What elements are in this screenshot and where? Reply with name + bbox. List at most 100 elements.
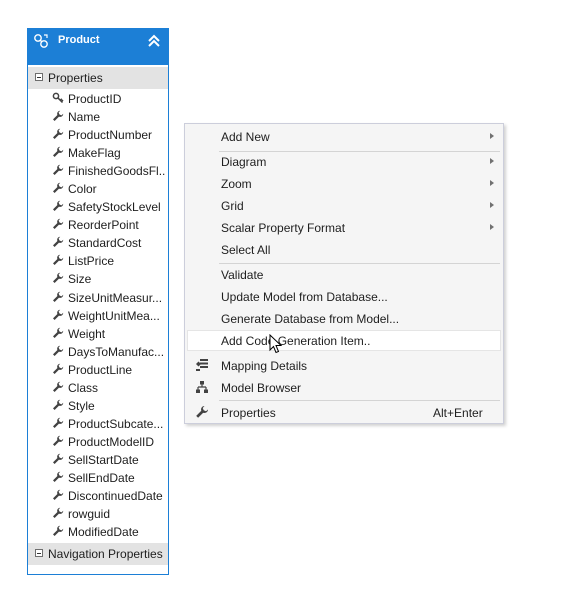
entity-type-icon bbox=[34, 34, 48, 48]
property-row[interactable]: ModifiedDate bbox=[28, 523, 168, 541]
property-row[interactable]: SellStartDate bbox=[28, 451, 168, 469]
menu-item-model-browser[interactable]: Model Browser bbox=[187, 377, 501, 398]
menu-item-label: Grid bbox=[221, 199, 244, 213]
property-row[interactable]: ReorderPoint bbox=[28, 216, 168, 234]
property-row[interactable]: ProductLine bbox=[28, 361, 168, 379]
property-label: DaysToManufac... bbox=[68, 344, 165, 359]
property-label: ProductSubcate... bbox=[68, 416, 164, 431]
property-label: ProductNumber bbox=[68, 128, 153, 143]
wrench-icon bbox=[52, 309, 64, 321]
wrench-icon bbox=[52, 110, 64, 122]
property-label: SafetyStockLevel bbox=[68, 200, 161, 215]
wrench-icon bbox=[52, 363, 64, 375]
property-row[interactable]: Weight bbox=[28, 325, 168, 343]
wrench-icon bbox=[52, 218, 64, 230]
property-row[interactable]: DiscontinuedDate bbox=[28, 487, 168, 505]
property-row[interactable]: Style bbox=[28, 397, 168, 415]
submenu-arrow-icon bbox=[490, 224, 494, 230]
property-row[interactable]: FinishedGoodsFl... bbox=[28, 162, 168, 180]
collapse-toggle-icon[interactable] bbox=[35, 549, 43, 557]
property-label: DiscontinuedDate bbox=[68, 489, 163, 504]
property-row[interactable]: ProductModelID bbox=[28, 433, 168, 451]
wrench-icon bbox=[52, 453, 64, 465]
property-row[interactable]: SizeUnitMeasur... bbox=[28, 289, 168, 307]
property-label: Style bbox=[68, 398, 95, 413]
wrench-icon bbox=[52, 146, 64, 158]
wrench-icon bbox=[52, 164, 64, 176]
property-label: ProductID bbox=[68, 92, 122, 106]
wrench-icon bbox=[52, 399, 64, 411]
submenu-arrow-icon bbox=[490, 180, 494, 186]
menu-item-label: Add Code Generation Item.. bbox=[221, 334, 371, 348]
mapping-details-icon bbox=[196, 359, 208, 371]
menu-item-label: Mapping Details bbox=[221, 359, 308, 373]
property-row[interactable]: ProductID bbox=[28, 90, 168, 108]
property-row[interactable]: ProductNumber bbox=[28, 126, 168, 144]
wrench-icon bbox=[52, 435, 64, 447]
menu-item-diagram[interactable]: Diagram bbox=[187, 151, 501, 172]
menu-item-label: Diagram bbox=[221, 155, 267, 169]
menu-item-grid[interactable]: Grid bbox=[187, 195, 501, 216]
property-row[interactable]: Color bbox=[28, 180, 168, 198]
property-list: ProductID Name ProductNumber MakeFlag Finish… bbox=[28, 90, 168, 541]
menu-item-update-model[interactable]: Update Model from Database... bbox=[187, 286, 501, 307]
wrench-icon bbox=[52, 182, 64, 194]
property-label: WeightUnitMea... bbox=[68, 308, 160, 323]
property-label: Color bbox=[68, 182, 97, 197]
menu-item-label: Scalar Property Format bbox=[221, 221, 346, 235]
menu-item-validate[interactable]: Validate bbox=[187, 264, 501, 285]
menu-item-label: Zoom bbox=[221, 177, 252, 191]
property-row[interactable]: Class bbox=[28, 379, 168, 397]
property-row[interactable]: Size bbox=[28, 270, 168, 288]
wrench-icon bbox=[52, 471, 64, 483]
properties-section-header[interactable]: Properties bbox=[28, 67, 168, 89]
property-row[interactable]: SafetyStockLevel bbox=[28, 198, 168, 216]
product-entity[interactable]: Product Properties ProductID Name ProductN… bbox=[27, 28, 169, 575]
wrench-icon bbox=[52, 525, 64, 537]
property-label: ProductLine bbox=[68, 362, 133, 377]
property-row[interactable]: ProductSubcate... bbox=[28, 415, 168, 433]
property-label: rowguid bbox=[68, 507, 111, 522]
submenu-arrow-icon bbox=[490, 158, 494, 164]
menu-item-scalar-property-format[interactable]: Scalar Property Format bbox=[187, 217, 501, 238]
wrench-icon bbox=[52, 291, 64, 303]
submenu-arrow-icon bbox=[490, 202, 494, 208]
submenu-arrow-icon bbox=[490, 133, 494, 139]
mouse-cursor-icon bbox=[269, 334, 283, 354]
menu-item-properties[interactable]: Properties Alt+Enter bbox=[187, 402, 501, 423]
wrench-icon bbox=[52, 254, 64, 266]
wrench-icon bbox=[196, 406, 208, 418]
property-row[interactable]: ListPrice bbox=[28, 252, 168, 270]
property-row[interactable]: rowguid bbox=[28, 505, 168, 523]
property-row[interactable]: MakeFlag bbox=[28, 144, 168, 162]
property-row[interactable]: Name bbox=[28, 108, 168, 126]
property-label: SellEndDate bbox=[68, 470, 135, 485]
menu-item-select-all[interactable]: Select All bbox=[187, 239, 501, 260]
menu-item-add-new[interactable]: Add New bbox=[187, 126, 501, 147]
menu-item-label: Validate bbox=[221, 268, 264, 282]
wrench-icon bbox=[52, 345, 64, 357]
property-row[interactable]: StandardCost bbox=[28, 234, 168, 252]
menu-item-mapping-details[interactable]: Mapping Details bbox=[187, 355, 501, 376]
property-row[interactable]: SellEndDate bbox=[28, 469, 168, 487]
navigation-properties-section-header[interactable]: Navigation Properties bbox=[28, 543, 168, 565]
property-label: StandardCost bbox=[68, 236, 142, 251]
entity-title: Product bbox=[58, 34, 100, 46]
property-label: ListPrice bbox=[68, 254, 115, 269]
navigation-properties-section-label: Navigation Properties bbox=[48, 547, 163, 561]
property-row[interactable]: WeightUnitMea... bbox=[28, 307, 168, 325]
context-menu: Add New Diagram Zoom Grid Scalar Propert… bbox=[184, 123, 504, 424]
entity-header[interactable]: Product bbox=[28, 29, 168, 65]
wrench-icon bbox=[52, 327, 64, 339]
menu-item-zoom[interactable]: Zoom bbox=[187, 173, 501, 194]
collapse-toggle-icon[interactable] bbox=[35, 73, 43, 81]
menu-item-label: Model Browser bbox=[221, 381, 302, 395]
property-label: ModifiedDate bbox=[68, 525, 139, 540]
property-label: SellStartDate bbox=[68, 452, 139, 467]
menu-item-generate-database[interactable]: Generate Database from Model... bbox=[187, 308, 501, 329]
menu-item-add-code-generation[interactable]: Add Code Generation Item.. bbox=[187, 330, 501, 351]
collapse-chevron-icon[interactable] bbox=[146, 33, 162, 49]
wrench-icon bbox=[52, 236, 64, 248]
menu-item-label: Select All bbox=[221, 243, 271, 257]
property-row[interactable]: DaysToManufac... bbox=[28, 343, 168, 361]
